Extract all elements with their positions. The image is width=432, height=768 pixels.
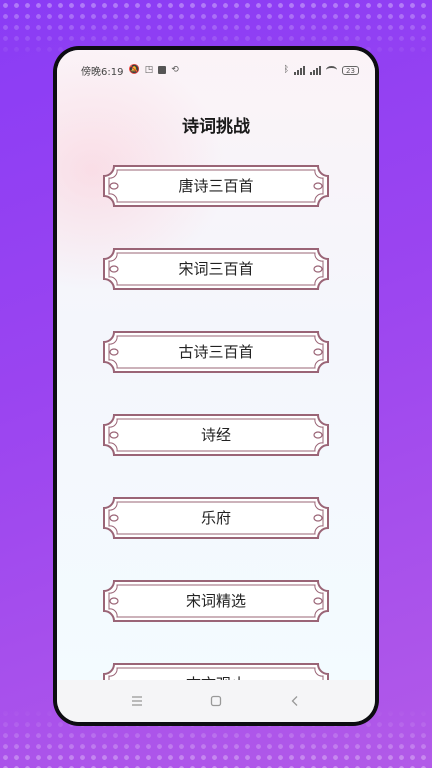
bluetooth-icon: ᛒ [283,65,289,75]
notification-icon: ◳ [144,65,154,75]
back-button[interactable] [283,689,307,713]
sync-icon: ⟲ [171,65,179,75]
chevron-left-icon [291,696,298,706]
signal-icon [294,65,305,75]
menu-item-label: 乐府 [200,509,231,527]
signal-icon-2 [310,65,321,75]
menu-item-2[interactable]: 宋词三百首 [98,247,334,291]
status-right: ᛒ 23 [284,65,359,75]
home-button[interactable] [204,689,228,713]
system-nav-bar [57,680,375,722]
status-left: 傍晚6:19 🔕 ◳ ⟲ [81,63,179,78]
page-title: 诗词挑战 [182,117,250,137]
menu-item-7[interactable]: 古文观止 [98,662,334,680]
recent-apps-button[interactable] [125,689,149,713]
app-notification-icon [158,66,167,74]
menu-item-label: 诗经 [200,426,231,444]
menu-item-5[interactable]: 乐府 [98,496,334,540]
phone-frame: 傍晚6:19 🔕 ◳ ⟲ ᛒ 23 诗词挑战 唐诗三百首宋词三百首古诗三百首诗经… [53,46,379,726]
menu-item-6[interactable]: 宋词精选 [98,579,334,623]
square-icon [210,695,222,707]
menu-item-1[interactable]: 唐诗三百首 [98,164,334,208]
menu-item-4[interactable]: 诗经 [98,413,334,457]
menu-item-label: 唐诗三百首 [178,177,254,195]
bell-off-icon: 🔕 [128,65,140,75]
menu-item-label: 古文观止 [98,662,334,680]
battery-icon: 23 [342,65,359,75]
menu-item-3[interactable]: 古诗三百首 [98,330,334,374]
phone-screen: 傍晚6:19 🔕 ◳ ⟲ ᛒ 23 诗词挑战 唐诗三百首宋词三百首古诗三百首诗经… [57,50,375,722]
menu-icon [131,696,142,706]
status-time: 傍晚6:19 [81,66,124,78]
menu-item-label: 古诗三百首 [178,343,254,361]
menu-item-label: 宋词精选 [185,592,246,610]
menu-item-label: 宋词三百首 [178,260,254,278]
app-content: 傍晚6:19 🔕 ◳ ⟲ ᛒ 23 诗词挑战 唐诗三百首宋词三百首古诗三百首诗经… [57,50,375,680]
status-bar: 傍晚6:19 🔕 ◳ ⟲ ᛒ 23 [57,50,375,90]
wifi-icon [326,66,337,74]
